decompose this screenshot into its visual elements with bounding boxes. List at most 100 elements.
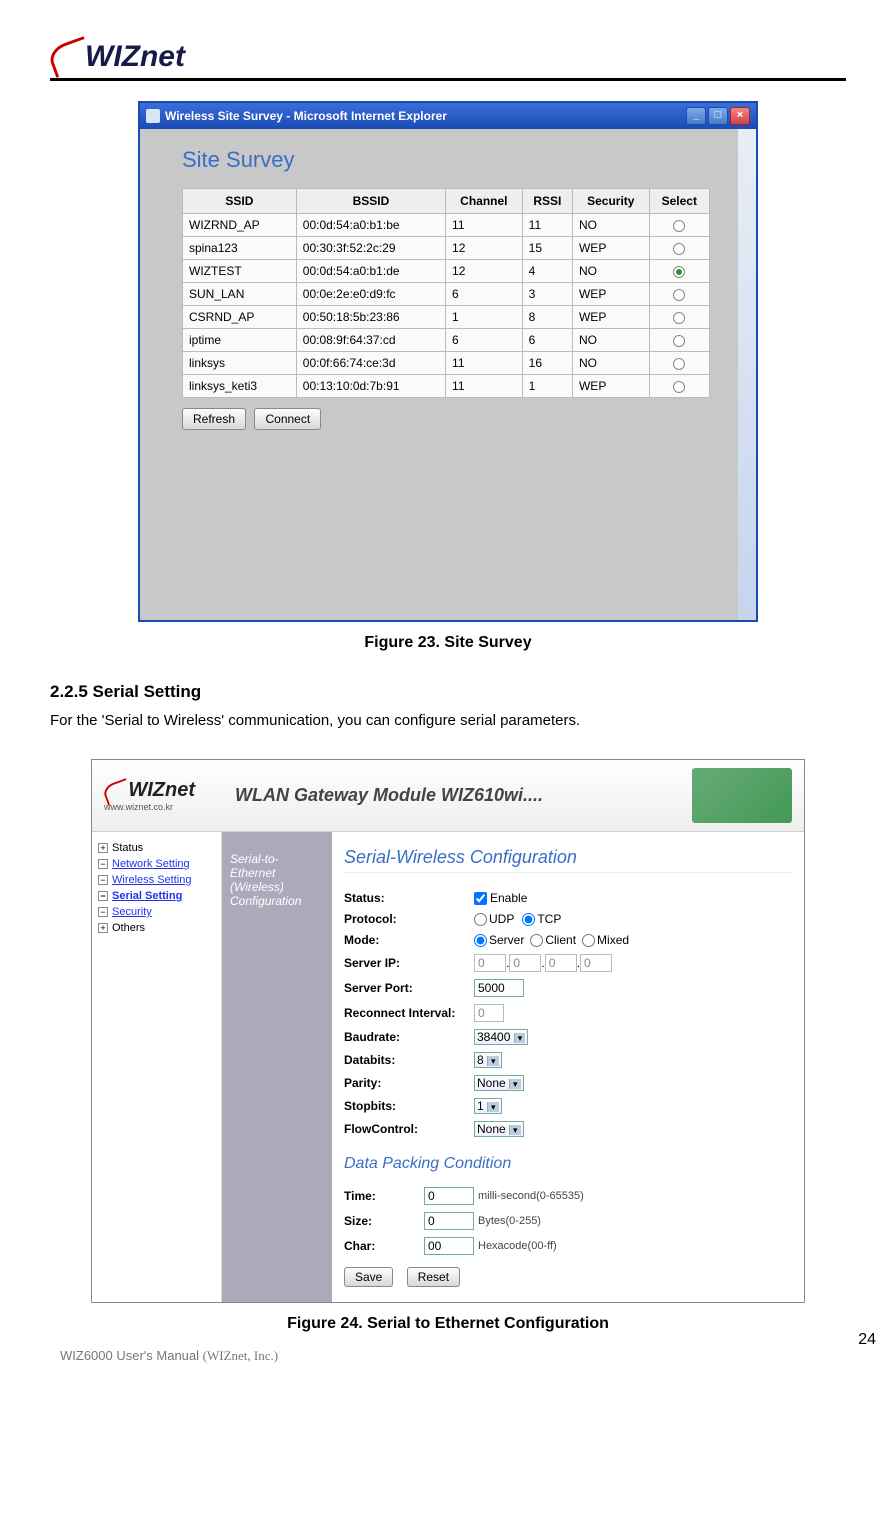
cell-ssid: spina123 — [183, 237, 297, 260]
save-button[interactable]: Save — [344, 1267, 393, 1287]
baudrate-select[interactable]: 38400 ▾ — [474, 1029, 528, 1045]
ip-octet-2[interactable] — [509, 954, 541, 972]
config-url: www.wiznet.co.kr — [104, 802, 195, 812]
page-footer: WIZ6000 User's Manual (WIZnet, Inc.) — [50, 1348, 846, 1364]
cell-security: NO — [572, 260, 649, 283]
select-radio[interactable] — [673, 289, 685, 301]
select-radio[interactable] — [673, 335, 685, 347]
databits-select[interactable]: 8 ▾ — [474, 1052, 502, 1068]
expand-icon[interactable]: − — [98, 891, 108, 901]
mode-server-radio[interactable] — [474, 934, 487, 947]
select-radio[interactable] — [673, 312, 685, 324]
table-row: linksys00:0f:66:74:ce:3d1116NO — [183, 352, 710, 375]
col-channel: Channel — [446, 189, 523, 214]
stopbits-select[interactable]: 1 ▾ — [474, 1098, 502, 1114]
time-label: Time: — [344, 1189, 424, 1203]
time-hint: milli-second(0-65535) — [478, 1190, 584, 1202]
select-cell[interactable] — [649, 329, 709, 352]
maximize-button[interactable]: □ — [708, 107, 728, 125]
expand-icon[interactable]: − — [98, 907, 108, 917]
nav-item-security[interactable]: −Security — [98, 904, 215, 920]
cell-bssid: 00:08:9f:64:37:cd — [296, 329, 445, 352]
nav-item-status[interactable]: +Status — [98, 840, 215, 856]
databits-label: Databits: — [344, 1053, 474, 1067]
reset-button[interactable]: Reset — [407, 1267, 460, 1287]
protocol-udp-text: UDP — [489, 912, 514, 926]
flow-label: FlowControl: — [344, 1122, 474, 1136]
select-cell[interactable] — [649, 283, 709, 306]
char-input[interactable] — [424, 1237, 474, 1255]
minimize-button[interactable]: _ — [686, 107, 706, 125]
parity-label: Parity: — [344, 1076, 474, 1090]
expand-icon[interactable]: − — [98, 859, 108, 869]
cell-channel: 6 — [446, 329, 523, 352]
flow-select[interactable]: None ▾ — [474, 1121, 524, 1137]
section-heading: 2.2.5 Serial Setting — [50, 682, 846, 702]
select-radio[interactable] — [673, 243, 685, 255]
select-cell[interactable] — [649, 352, 709, 375]
cell-bssid: 00:0d:54:a0:b1:be — [296, 214, 445, 237]
ie-icon — [146, 109, 160, 123]
mode-server-text: Server — [489, 933, 524, 947]
cell-ssid: linksys_keti3 — [183, 375, 297, 398]
parity-select[interactable]: None ▾ — [474, 1075, 524, 1091]
close-button[interactable]: × — [730, 107, 750, 125]
cell-security: WEP — [572, 306, 649, 329]
select-cell[interactable] — [649, 306, 709, 329]
nav-item-serial-setting[interactable]: −Serial Setting — [98, 888, 215, 904]
config-nav: +Status−Network Setting−Wireless Setting… — [92, 832, 222, 1302]
cell-bssid: 00:0e:2e:e0:d9:fc — [296, 283, 445, 306]
section-body-text: For the 'Serial to Wireless' communicati… — [50, 712, 846, 729]
mode-mixed-radio[interactable] — [582, 934, 595, 947]
status-value: Enable — [490, 891, 527, 905]
vertical-scrollbar[interactable] — [738, 129, 756, 620]
config-mid-label: Serial-to-Ethernet (Wireless) Configurat… — [222, 832, 332, 1302]
cell-bssid: 00:0d:54:a0:b1:de — [296, 260, 445, 283]
baudrate-label: Baudrate: — [344, 1030, 474, 1044]
expand-icon[interactable]: + — [98, 923, 108, 933]
serverport-input[interactable] — [474, 979, 524, 997]
cell-security: NO — [572, 352, 649, 375]
status-label: Status: — [344, 891, 474, 905]
nav-item-wireless-setting[interactable]: −Wireless Setting — [98, 872, 215, 888]
cell-bssid: 00:50:18:5b:23:86 — [296, 306, 445, 329]
window-title: Wireless Site Survey - Microsoft Interne… — [165, 109, 686, 123]
expand-icon[interactable]: + — [98, 843, 108, 853]
time-input[interactable] — [424, 1187, 474, 1205]
select-cell[interactable] — [649, 237, 709, 260]
col-bssid: BSSID — [296, 189, 445, 214]
footer-company: (WIZnet, Inc.) — [203, 1348, 278, 1363]
stopbits-label: Stopbits: — [344, 1099, 474, 1113]
reconnect-input[interactable] — [474, 1004, 504, 1022]
select-cell[interactable] — [649, 260, 709, 283]
protocol-tcp-radio[interactable] — [522, 913, 535, 926]
refresh-button[interactable]: Refresh — [182, 408, 246, 430]
serverport-label: Server Port: — [344, 981, 474, 995]
config-main: Serial-Wireless Configuration Status: En… — [332, 832, 804, 1302]
cell-channel: 12 — [446, 260, 523, 283]
select-radio[interactable] — [673, 266, 685, 278]
nav-item-network-setting[interactable]: −Network Setting — [98, 856, 215, 872]
mode-label: Mode: — [344, 933, 474, 947]
char-hint: Hexacode(00-ff) — [478, 1240, 557, 1252]
ip-octet-3[interactable] — [545, 954, 577, 972]
nav-item-others[interactable]: +Others — [98, 920, 215, 936]
ip-octet-1[interactable] — [474, 954, 506, 972]
select-cell[interactable] — [649, 375, 709, 398]
size-input[interactable] — [424, 1212, 474, 1230]
status-checkbox[interactable] — [474, 892, 487, 905]
mode-client-radio[interactable] — [530, 934, 543, 947]
cell-security: NO — [572, 329, 649, 352]
cell-ssid: WIZTEST — [183, 260, 297, 283]
select-radio[interactable] — [673, 220, 685, 232]
table-row: WIZRND_AP00:0d:54:a0:b1:be1111NO — [183, 214, 710, 237]
select-cell[interactable] — [649, 214, 709, 237]
expand-icon[interactable]: − — [98, 875, 108, 885]
select-radio[interactable] — [673, 381, 685, 393]
select-radio[interactable] — [673, 358, 685, 370]
cell-ssid: SUN_LAN — [183, 283, 297, 306]
ip-octet-4[interactable] — [580, 954, 612, 972]
cell-rssi: 8 — [522, 306, 572, 329]
protocol-udp-radio[interactable] — [474, 913, 487, 926]
connect-button[interactable]: Connect — [254, 408, 321, 430]
